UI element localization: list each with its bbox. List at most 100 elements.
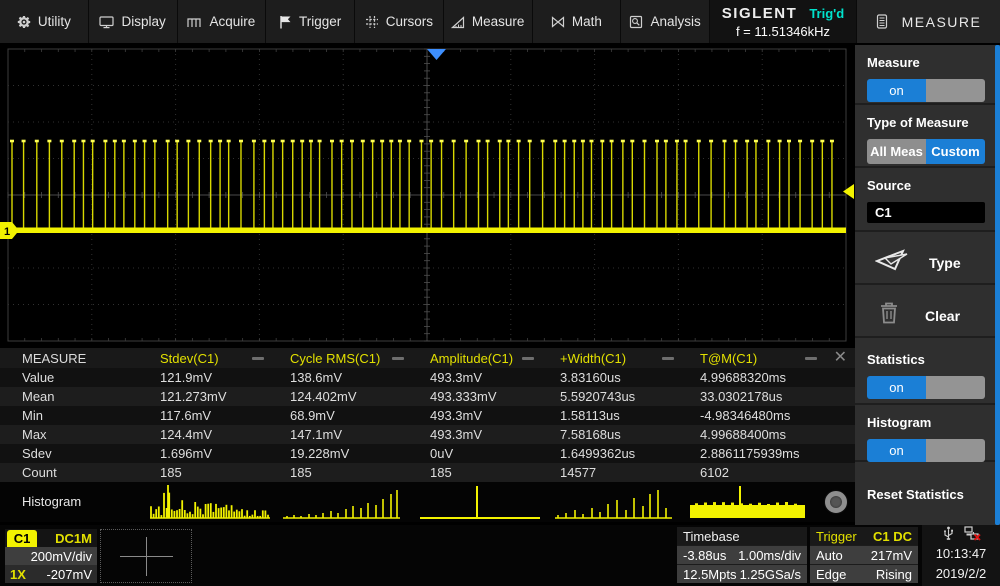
reset-statistics-label: Reset Statistics: [867, 487, 964, 502]
measurement-table-header: MEASURE Stdev(C1) Cycle RMS(C1) Amplitud…: [0, 348, 855, 368]
main-menu: Utility Display Acquire Trigger: [0, 0, 710, 43]
remove-measure-icon[interactable]: [805, 357, 817, 360]
column-header-stdev[interactable]: Stdev(C1): [160, 351, 290, 366]
column-header-cycle-rms[interactable]: Cycle RMS(C1): [290, 351, 430, 366]
remove-measure-icon[interactable]: [392, 357, 404, 360]
column-header-amplitude[interactable]: Amplitude(C1): [430, 351, 560, 366]
table-row-count: Count 185 185 185 14577 6102: [0, 463, 855, 482]
section-measure: Measure on: [855, 45, 1000, 105]
table-row-max: Max 124.4mV 147.1mV 493.3mV 7.58168us 4.…: [0, 425, 855, 444]
trigger-frequency: f = 11.51346kHz: [736, 24, 830, 39]
section-statistics: Statistics on: [855, 338, 1000, 405]
channel1-badge[interactable]: C1: [7, 530, 37, 547]
section-histogram: Histogram on: [855, 405, 1000, 462]
measure-icon: [451, 15, 465, 29]
measurement-histograms: [0, 482, 855, 522]
table-row-sdev: Sdev 1.696mV 19.228mV 0uV 1.6499362us 2.…: [0, 444, 855, 463]
system-date: 2019/2/2: [936, 564, 987, 584]
menu-item-analysis[interactable]: Analysis: [621, 0, 710, 43]
trigger-descriptor[interactable]: Trigger C1 DC Auto 217mV Edge Rising: [810, 527, 918, 584]
type-button[interactable]: Type: [855, 232, 1000, 285]
table-row-value: Value 121.9mV 138.6mV 493.3mV 3.83160us …: [0, 368, 855, 387]
column-header-pwidth[interactable]: +Width(C1): [560, 351, 700, 366]
channel1-descriptor[interactable]: C1 DC1M 200mV/div 1X -207mV: [5, 529, 97, 583]
channel1-probe: 1X: [10, 567, 26, 582]
column-header-tam[interactable]: T@M(C1): [700, 351, 855, 366]
remove-measure-icon[interactable]: [662, 357, 674, 360]
timebase-title: Timebase: [683, 529, 740, 544]
remove-measure-icon[interactable]: [252, 357, 264, 360]
menu-item-display[interactable]: Display: [89, 0, 178, 43]
waveform-display[interactable]: 1: [0, 45, 855, 348]
trigger-level: 217mV: [871, 548, 912, 563]
close-icon[interactable]: ✕: [834, 348, 847, 368]
add-channel-slot[interactable]: [100, 529, 192, 583]
waveform-grid-and-trace: 1: [0, 45, 855, 348]
statistics-toggle[interactable]: on: [867, 376, 985, 399]
toggle-off-segment[interactable]: [926, 79, 985, 102]
acquire-icon: [187, 15, 202, 29]
dialog-title-bar: MEASURE: [857, 0, 1000, 43]
menu-label: Utility: [38, 14, 71, 29]
panel-scrollbar[interactable]: [995, 45, 1000, 525]
type-icon: [875, 248, 909, 277]
menu-label: Math: [572, 14, 602, 29]
top-menu-bar: Utility Display Acquire Trigger: [0, 0, 1000, 45]
measure-type-segmented-control: All Meas Custom: [867, 139, 985, 164]
source-select[interactable]: C1: [867, 202, 985, 223]
toggle-on-segment[interactable]: on: [867, 439, 926, 462]
refresh-indicator-icon[interactable]: [825, 491, 847, 513]
timebase-descriptor[interactable]: Timebase -3.88us 1.00ms/div 12.5Mpts 1.2…: [677, 527, 807, 584]
analysis-icon: [629, 15, 643, 29]
toggle-off-segment[interactable]: [926, 439, 985, 462]
menu-item-acquire[interactable]: Acquire: [178, 0, 267, 43]
trigger-level-marker: [843, 184, 854, 199]
menu-item-math[interactable]: Math: [533, 0, 622, 43]
trigger-status: Trig'd: [809, 6, 844, 21]
menu-item-utility[interactable]: Utility: [0, 0, 89, 43]
remove-measure-icon[interactable]: [522, 357, 534, 360]
measure-toggle[interactable]: on: [867, 79, 985, 102]
histogram-label: Histogram: [867, 415, 1000, 430]
crosshair-icon: [146, 537, 147, 576]
svg-text:1: 1: [4, 226, 10, 238]
oscilloscope-screen: Utility Display Acquire Trigger: [0, 0, 1000, 586]
channel1-coupling: DC1M: [55, 531, 97, 546]
all-meas-option[interactable]: All Meas: [867, 139, 926, 164]
toggle-on-segment[interactable]: on: [867, 79, 926, 102]
system-time: 10:13:47: [936, 544, 987, 564]
toggle-off-segment[interactable]: [926, 376, 985, 399]
channel1-level-marker: 1: [0, 222, 19, 239]
histogram-strip: Histogram: [0, 482, 855, 522]
panel-title: MEASURE: [902, 14, 982, 30]
menu-label: Cursors: [386, 14, 433, 29]
timebase-memory: 12.5Mpts: [683, 567, 736, 582]
trigger-position-marker: [427, 49, 446, 60]
menu-label: Analysis: [650, 14, 700, 29]
status-bar: C1 DC1M 200mV/div 1X -207mV Timebase -3.…: [0, 525, 1000, 586]
menu-label: Display: [121, 14, 165, 29]
clear-button[interactable]: Clear: [855, 285, 1000, 338]
trash-icon: [879, 301, 899, 330]
toggle-on-segment[interactable]: on: [867, 376, 926, 399]
trigger-mode: Auto: [816, 548, 843, 563]
menu-label: Trigger: [299, 14, 341, 29]
measurement-table: MEASURE Stdev(C1) Cycle RMS(C1) Amplitud…: [0, 348, 855, 522]
flag-icon: [279, 15, 292, 29]
cursors-icon: [365, 15, 379, 29]
source-label: Source: [867, 178, 1000, 193]
section-source: Source C1: [855, 168, 1000, 232]
type-button-label: Type: [929, 255, 961, 271]
trigger-type: Edge: [816, 567, 846, 582]
channel1-offset: -207mV: [46, 567, 92, 582]
histogram-toggle[interactable]: on: [867, 439, 985, 462]
menu-item-measure[interactable]: Measure: [444, 0, 533, 43]
reset-statistics-button[interactable]: Reset Statistics: [855, 462, 1000, 525]
menu-item-cursors[interactable]: Cursors: [355, 0, 444, 43]
trigger-title: Trigger: [816, 529, 857, 544]
type-of-measure-label: Type of Measure: [867, 115, 1000, 130]
trigger-source: C1 DC: [873, 529, 912, 544]
menu-item-trigger[interactable]: Trigger: [266, 0, 355, 43]
custom-option[interactable]: Custom: [926, 139, 985, 164]
table-row-min: Min 117.6mV 68.9mV 493.3mV 1.58113us -4.…: [0, 406, 855, 425]
